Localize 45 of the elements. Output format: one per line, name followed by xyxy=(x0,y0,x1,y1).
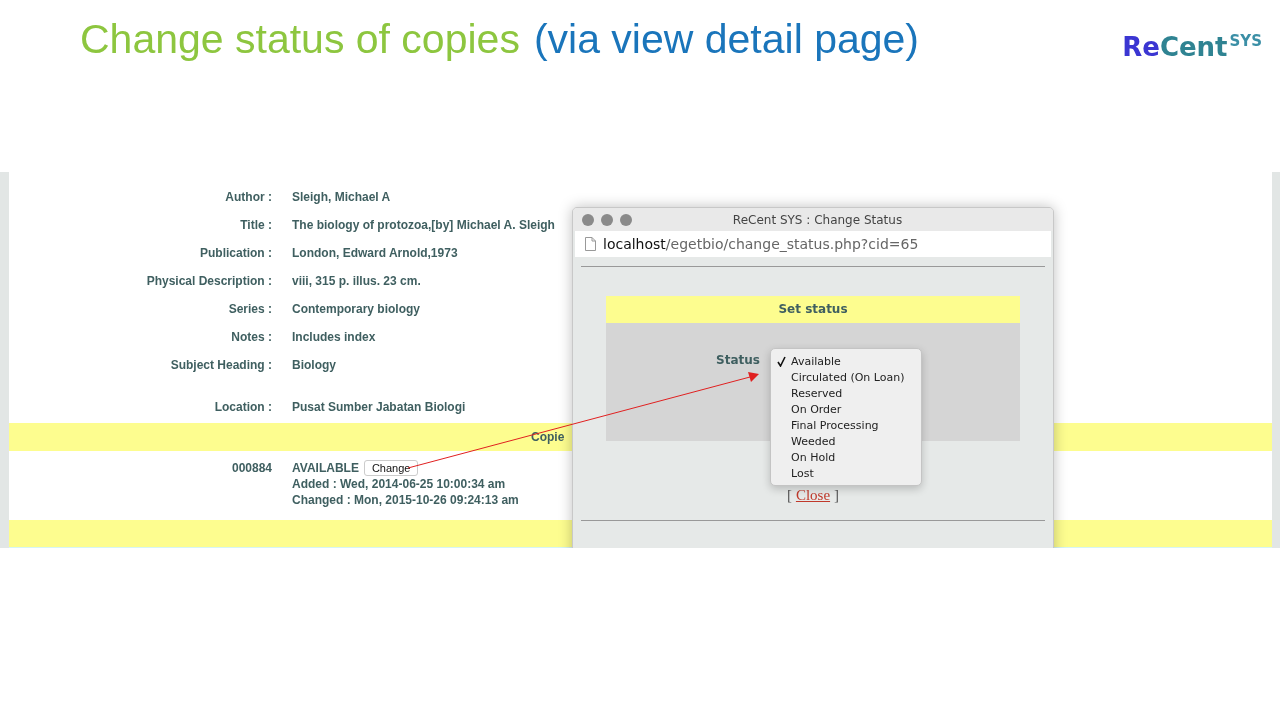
window-control-icon[interactable] xyxy=(601,213,613,226)
field-label: Subject Heading : xyxy=(169,357,272,374)
changed-date: Changed : Mon, 2015-10-26 09:24:13 am xyxy=(292,492,519,508)
menu-item[interactable]: Lost xyxy=(791,466,814,480)
menu-item[interactable]: Available xyxy=(791,354,841,368)
field-label: Author : xyxy=(224,189,272,206)
section-heading: Copie xyxy=(531,430,565,444)
status-label: Status xyxy=(716,353,760,367)
field-value: Biology xyxy=(292,357,336,374)
field-value: viii, 315 p. illus. 23 cm. xyxy=(292,273,421,290)
copy-status: AVAILABLE xyxy=(292,460,359,476)
url-text: localhost/egetbio/change_status.php?cid=65 xyxy=(603,236,919,252)
close-link[interactable]: Close xyxy=(795,487,831,503)
field-value: Pusat Sumber Jabatan Biologi xyxy=(292,399,466,416)
address-bar[interactable]: localhost/egetbio/change_status.php?cid=65 xyxy=(575,231,1051,257)
field-label: Publication : xyxy=(199,245,272,262)
field-label: Location : xyxy=(213,399,272,416)
menu-item[interactable]: Circulated (On Loan) xyxy=(791,370,905,384)
window-control-icon[interactable] xyxy=(582,213,594,226)
field-value: The biology of protozoa,[by] Michael A. Sleigh xyxy=(292,217,555,234)
window-title: ReCent SYS : Change Status xyxy=(732,212,904,227)
field-label: Physical Description : xyxy=(145,273,272,290)
change-button[interactable]: Change xyxy=(363,460,419,476)
field-label: Series : xyxy=(227,301,272,318)
logo: ReCent$^{SYS}$ xyxy=(1122,31,1262,62)
field-value: Sleigh, Michael A xyxy=(292,189,391,206)
table-header: Set status xyxy=(606,296,1020,323)
added-date: Added : Wed, 2014-06-25 10:00:34 am xyxy=(292,476,507,492)
field-value: London, Edward Arnold,1973 xyxy=(292,245,458,262)
field-label: Title : xyxy=(239,217,272,234)
window-control-icon[interactable] xyxy=(620,213,632,226)
menu-item[interactable]: On Order xyxy=(791,402,842,416)
field-value: Contemporary biology xyxy=(292,301,420,318)
menu-item[interactable]: On Hold xyxy=(791,450,836,464)
bracket: [ xyxy=(786,487,792,503)
menu-item[interactable]: Reserved xyxy=(791,386,843,400)
bracket: ] xyxy=(834,487,840,503)
field-value: Includes index xyxy=(292,329,376,346)
slide-title: Change status of copies xyxy=(80,16,520,62)
menu-item[interactable]: Weeded xyxy=(791,434,836,448)
field-label: Notes : xyxy=(230,329,272,346)
page-icon xyxy=(585,237,596,251)
slide-subtitle: (via view detail page) xyxy=(533,16,920,62)
copy-number: 000884 xyxy=(230,460,272,477)
menu-item[interactable]: Final Processing xyxy=(791,418,879,432)
